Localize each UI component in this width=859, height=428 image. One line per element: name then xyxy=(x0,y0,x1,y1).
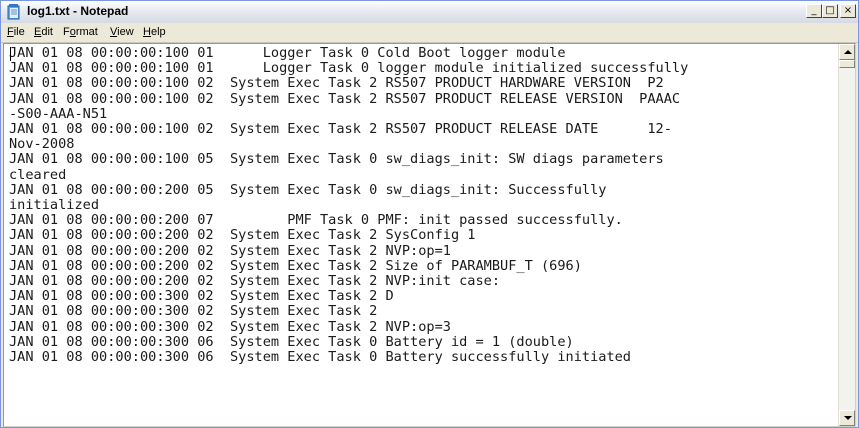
log-line: initialized xyxy=(9,197,100,214)
menu-format-label: rmat xyxy=(75,26,98,38)
log-line: JAN 01 08 00:00:00:200 05 System Exec Ta… xyxy=(9,181,607,198)
scroll-down-button[interactable] xyxy=(839,410,855,426)
menu-edit-label: dit xyxy=(41,26,53,38)
window-controls: _ □ × xyxy=(806,4,856,18)
menu-help-label: elp xyxy=(150,26,166,38)
log-line: JAN 01 08 00:00:00:300 02 System Exec Ta… xyxy=(9,318,451,335)
log-line: JAN 01 08 00:00:00:100 02 System Exec Ta… xyxy=(9,121,672,138)
log-line: JAN 01 08 00:00:00:200 02 System Exec Ta… xyxy=(9,242,451,259)
menu-file-label: ile xyxy=(13,26,25,38)
menu-bar: File Edit Format View Help xyxy=(1,23,858,43)
log-line: JAN 01 08 00:00:00:200 07 PMF Task 0 PMF… xyxy=(9,212,623,229)
log-line: JAN 01 08 00:00:00:100 01 Logger Task 0 … xyxy=(9,45,566,61)
log-line: JAN 01 08 00:00:00:100 02 System Exec Ta… xyxy=(9,75,664,92)
title-bar[interactable]: log1.txt - Notepad _ □ × xyxy=(1,1,858,23)
menu-file[interactable]: File xyxy=(7,26,25,38)
minimize-button[interactable]: _ xyxy=(806,4,822,18)
notepad-icon xyxy=(7,4,20,20)
log-line: JAN 01 08 00:00:00:200 02 System Exec Ta… xyxy=(9,273,501,290)
log-line: JAN 01 08 00:00:00:300 06 System Exec Ta… xyxy=(9,333,574,350)
menu-help-accel: H xyxy=(143,26,151,38)
menu-format[interactable]: Format xyxy=(63,26,98,38)
log-line: -S00-AAA-N51 xyxy=(9,105,108,122)
close-button[interactable]: × xyxy=(840,4,856,18)
menu-format-pre: F xyxy=(63,26,70,38)
vertical-scrollbar[interactable] xyxy=(838,44,855,426)
window-title: log1.txt - Notepad xyxy=(27,4,129,18)
menu-file-accel: F xyxy=(7,26,14,38)
scroll-up-button[interactable] xyxy=(839,44,855,60)
arrow-down-icon xyxy=(844,416,852,420)
log-line: JAN 01 08 00:00:00:200 02 System Exec Ta… xyxy=(9,227,476,244)
menu-view-label: iew xyxy=(117,26,134,38)
log-line: Nov-2008 xyxy=(9,136,75,153)
log-line: JAN 01 08 00:00:00:100 05 System Exec Ta… xyxy=(9,151,664,168)
text-editor-area[interactable]: JAN 01 08 00:00:00:100 01 Logger Task 0 … xyxy=(3,43,856,427)
menu-edit[interactable]: Edit xyxy=(34,26,53,38)
log-line: JAN 01 08 00:00:00:100 02 System Exec Ta… xyxy=(9,90,681,107)
log-line: JAN 01 08 00:00:00:300 02 System Exec Ta… xyxy=(9,303,378,320)
log-line: JAN 01 08 00:00:00:200 02 System Exec Ta… xyxy=(9,257,582,274)
scrollbar-thumb[interactable] xyxy=(839,60,855,68)
maximize-button[interactable]: □ xyxy=(822,4,838,18)
text-caret xyxy=(10,47,11,61)
menu-view[interactable]: View xyxy=(110,26,134,38)
log-line: JAN 01 08 00:00:00:300 02 System Exec Ta… xyxy=(9,288,394,305)
arrow-up-icon xyxy=(844,50,852,54)
log-line: JAN 01 08 00:00:00:300 06 System Exec Ta… xyxy=(9,349,631,366)
document-text[interactable]: JAN 01 08 00:00:00:100 01 Logger Task 0 … xyxy=(9,45,839,366)
notepad-window: log1.txt - Notepad _ □ × File Edit Forma… xyxy=(0,0,859,428)
log-line: JAN 01 08 00:00:00:100 01 Logger Task 0 … xyxy=(9,60,689,77)
menu-help[interactable]: Help xyxy=(143,26,166,38)
log-line: cleared xyxy=(9,166,67,183)
